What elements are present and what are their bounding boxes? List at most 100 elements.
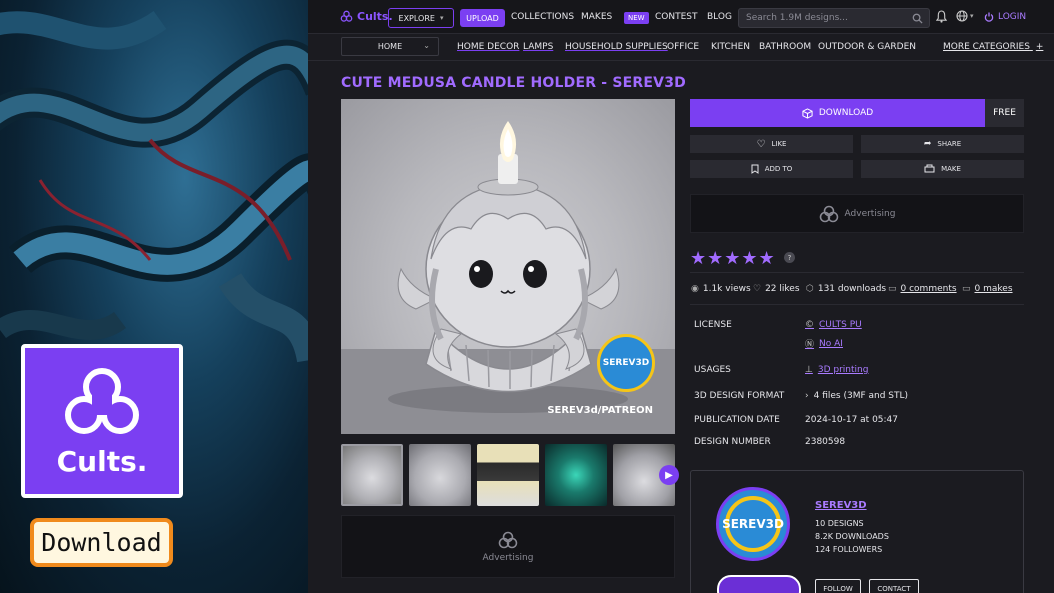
- cults-logo-card: Cults.: [21, 344, 183, 498]
- category-lamps[interactable]: LAMPS: [523, 42, 553, 52]
- share-icon: ➦: [923, 139, 932, 149]
- thumbnail-2[interactable]: [409, 444, 471, 506]
- divider: [690, 304, 1024, 305]
- search-icon[interactable]: [912, 13, 923, 24]
- publication-date-value: 2024-10-17 at 05:47: [805, 415, 899, 425]
- watermark-text: SEREV3d/PATREON: [547, 405, 653, 416]
- promo-panel: Cults. Download: [0, 0, 308, 593]
- explore-label: EXPLORE: [398, 13, 435, 23]
- nav-collections[interactable]: COLLECTIONS: [511, 12, 574, 22]
- globe-icon[interactable]: [956, 10, 968, 22]
- login-link[interactable]: LOGIN: [984, 12, 1026, 22]
- thumbnail-4[interactable]: [545, 444, 607, 506]
- downloads-count: 131 downloads: [817, 284, 887, 294]
- avatar-text: SEREV3D: [722, 517, 784, 531]
- format-key: 3D DESIGN FORMAT: [694, 391, 785, 401]
- home-select[interactable]: HOME ⌄: [341, 37, 439, 56]
- rating-help-icon[interactable]: ?: [784, 252, 795, 263]
- thumbnail-1[interactable]: [341, 444, 403, 506]
- usages-value: 3D printing: [817, 365, 869, 375]
- bookmark-icon: [751, 164, 759, 174]
- box-icon: ⬡: [806, 284, 814, 294]
- license-link-noai[interactable]: Ⓝ No AI: [805, 337, 843, 351]
- rating-stars[interactable]: ★★★★★: [690, 248, 776, 269]
- add-to-button[interactable]: ADD TO: [690, 160, 853, 178]
- publication-date-key: PUBLICATION DATE: [694, 415, 780, 425]
- views-count: 1.1k views: [702, 284, 751, 294]
- downloads-stat: ⬡ 131 downloads: [806, 284, 886, 294]
- share-label: SHARE: [937, 140, 962, 148]
- cults-logo-word: Cults.: [56, 444, 148, 478]
- no-ai-icon: Ⓝ: [805, 340, 815, 350]
- category-outdoor-garden[interactable]: OUTDOOR & GARDEN: [818, 42, 916, 52]
- login-label: LOGIN: [998, 12, 1027, 22]
- views-stat: ◉ 1.1k views: [691, 284, 751, 294]
- download-button[interactable]: DOWNLOAD: [690, 99, 985, 127]
- category-office[interactable]: OFFICE: [667, 42, 699, 52]
- advertising-box-left[interactable]: Advertising: [341, 515, 675, 578]
- comments-stat[interactable]: ▭ 0 comments: [888, 284, 957, 294]
- cults-logo-icon: [65, 367, 139, 434]
- more-categories-link[interactable]: MORE CATEGORIES +: [943, 42, 1043, 52]
- category-bar: HOME ⌄ HOME DECOR LAMPS HOUSEHOLD SUPPLI…: [308, 35, 1054, 61]
- medusa-snakes-illustration: [0, 10, 308, 363]
- printer-icon: ⊥: [805, 365, 813, 375]
- thumbnail-strip: [341, 444, 675, 506]
- advertising-label: Advertising: [482, 553, 534, 563]
- nav-makes[interactable]: MAKES: [581, 12, 612, 22]
- cults-small-icon: [340, 10, 353, 22]
- thumbnail-3[interactable]: [477, 444, 539, 506]
- promo-download-button[interactable]: Download: [30, 518, 173, 567]
- category-home-decor[interactable]: HOME DECOR: [457, 42, 519, 52]
- category-household-supplies[interactable]: HOUSEHOLD SUPPLIES: [565, 42, 668, 52]
- makes-count: 0 makes: [974, 284, 1013, 294]
- chevron-down-icon[interactable]: ▾: [970, 12, 974, 20]
- make-button[interactable]: MAKE: [861, 160, 1024, 178]
- copyright-icon: ©: [805, 320, 814, 330]
- nav-blog[interactable]: BLOG: [707, 12, 732, 22]
- format-value-row[interactable]: › 4 files (3MF and STL): [805, 391, 908, 401]
- power-icon: [984, 12, 994, 22]
- new-badge: NEW: [624, 12, 649, 24]
- usages-link[interactable]: ⊥ 3D printing: [805, 365, 868, 375]
- contact-button[interactable]: CONTACT: [869, 579, 919, 593]
- makes-stat[interactable]: ▭ 0 makes: [962, 284, 1013, 294]
- creator-avatar[interactable]: SEREV3D: [716, 487, 790, 561]
- follow-button[interactable]: FOLLOW: [815, 579, 861, 593]
- advertising-box-right[interactable]: Advertising: [690, 194, 1024, 233]
- usages-key: USAGES: [694, 365, 731, 375]
- thumbnail-next-button[interactable]: ▶: [659, 465, 679, 485]
- explore-button[interactable]: EXPLORE ▾: [388, 8, 454, 28]
- creator-designs: 10 DESIGNS: [815, 519, 864, 528]
- creator-sticker-icon: [717, 575, 801, 593]
- plus-icon: +: [1035, 42, 1044, 52]
- format-value: 4 files (3MF and STL): [813, 391, 909, 401]
- download-label: DOWNLOAD: [818, 108, 874, 118]
- heart-icon: ♡: [753, 284, 762, 294]
- creator-name[interactable]: SEREV3D: [815, 500, 867, 511]
- comments-count: 0 comments: [900, 284, 957, 294]
- upload-button[interactable]: UPLOAD: [460, 9, 505, 27]
- cults-small-icon: [498, 531, 518, 549]
- chevron-down-icon: ▾: [439, 14, 444, 22]
- page-title: CUTE MEDUSA CANDLE HOLDER - SEREV3D: [341, 75, 686, 91]
- eye-icon: ◉: [691, 284, 699, 294]
- cults-small-icon: [819, 205, 838, 222]
- bell-icon[interactable]: [936, 10, 947, 23]
- add-to-label: ADD TO: [764, 165, 793, 173]
- share-button[interactable]: ➦ SHARE: [861, 135, 1024, 153]
- like-button[interactable]: ♡ LIKE: [690, 135, 853, 153]
- printer-icon: [924, 164, 935, 173]
- chevron-right-icon: ▶: [665, 469, 673, 481]
- category-bathroom[interactable]: BATHROOM: [759, 42, 811, 52]
- search-input[interactable]: Search 1.9M designs...: [738, 8, 930, 28]
- license-link-cults[interactable]: © CULTS PU: [805, 320, 862, 330]
- category-kitchen[interactable]: KITCHEN: [711, 42, 750, 52]
- site-logo[interactable]: Cults.: [340, 10, 393, 23]
- more-categories-label: MORE CATEGORIES: [943, 42, 1030, 52]
- likes-count: 22 likes: [765, 284, 800, 294]
- nav-contest[interactable]: CONTEST: [655, 12, 698, 22]
- chevron-down-icon: ⌄: [423, 41, 430, 50]
- main-product-image[interactable]: SEREV3D SEREV3d/PATREON: [341, 99, 675, 434]
- design-number-value: 2380598: [805, 437, 846, 447]
